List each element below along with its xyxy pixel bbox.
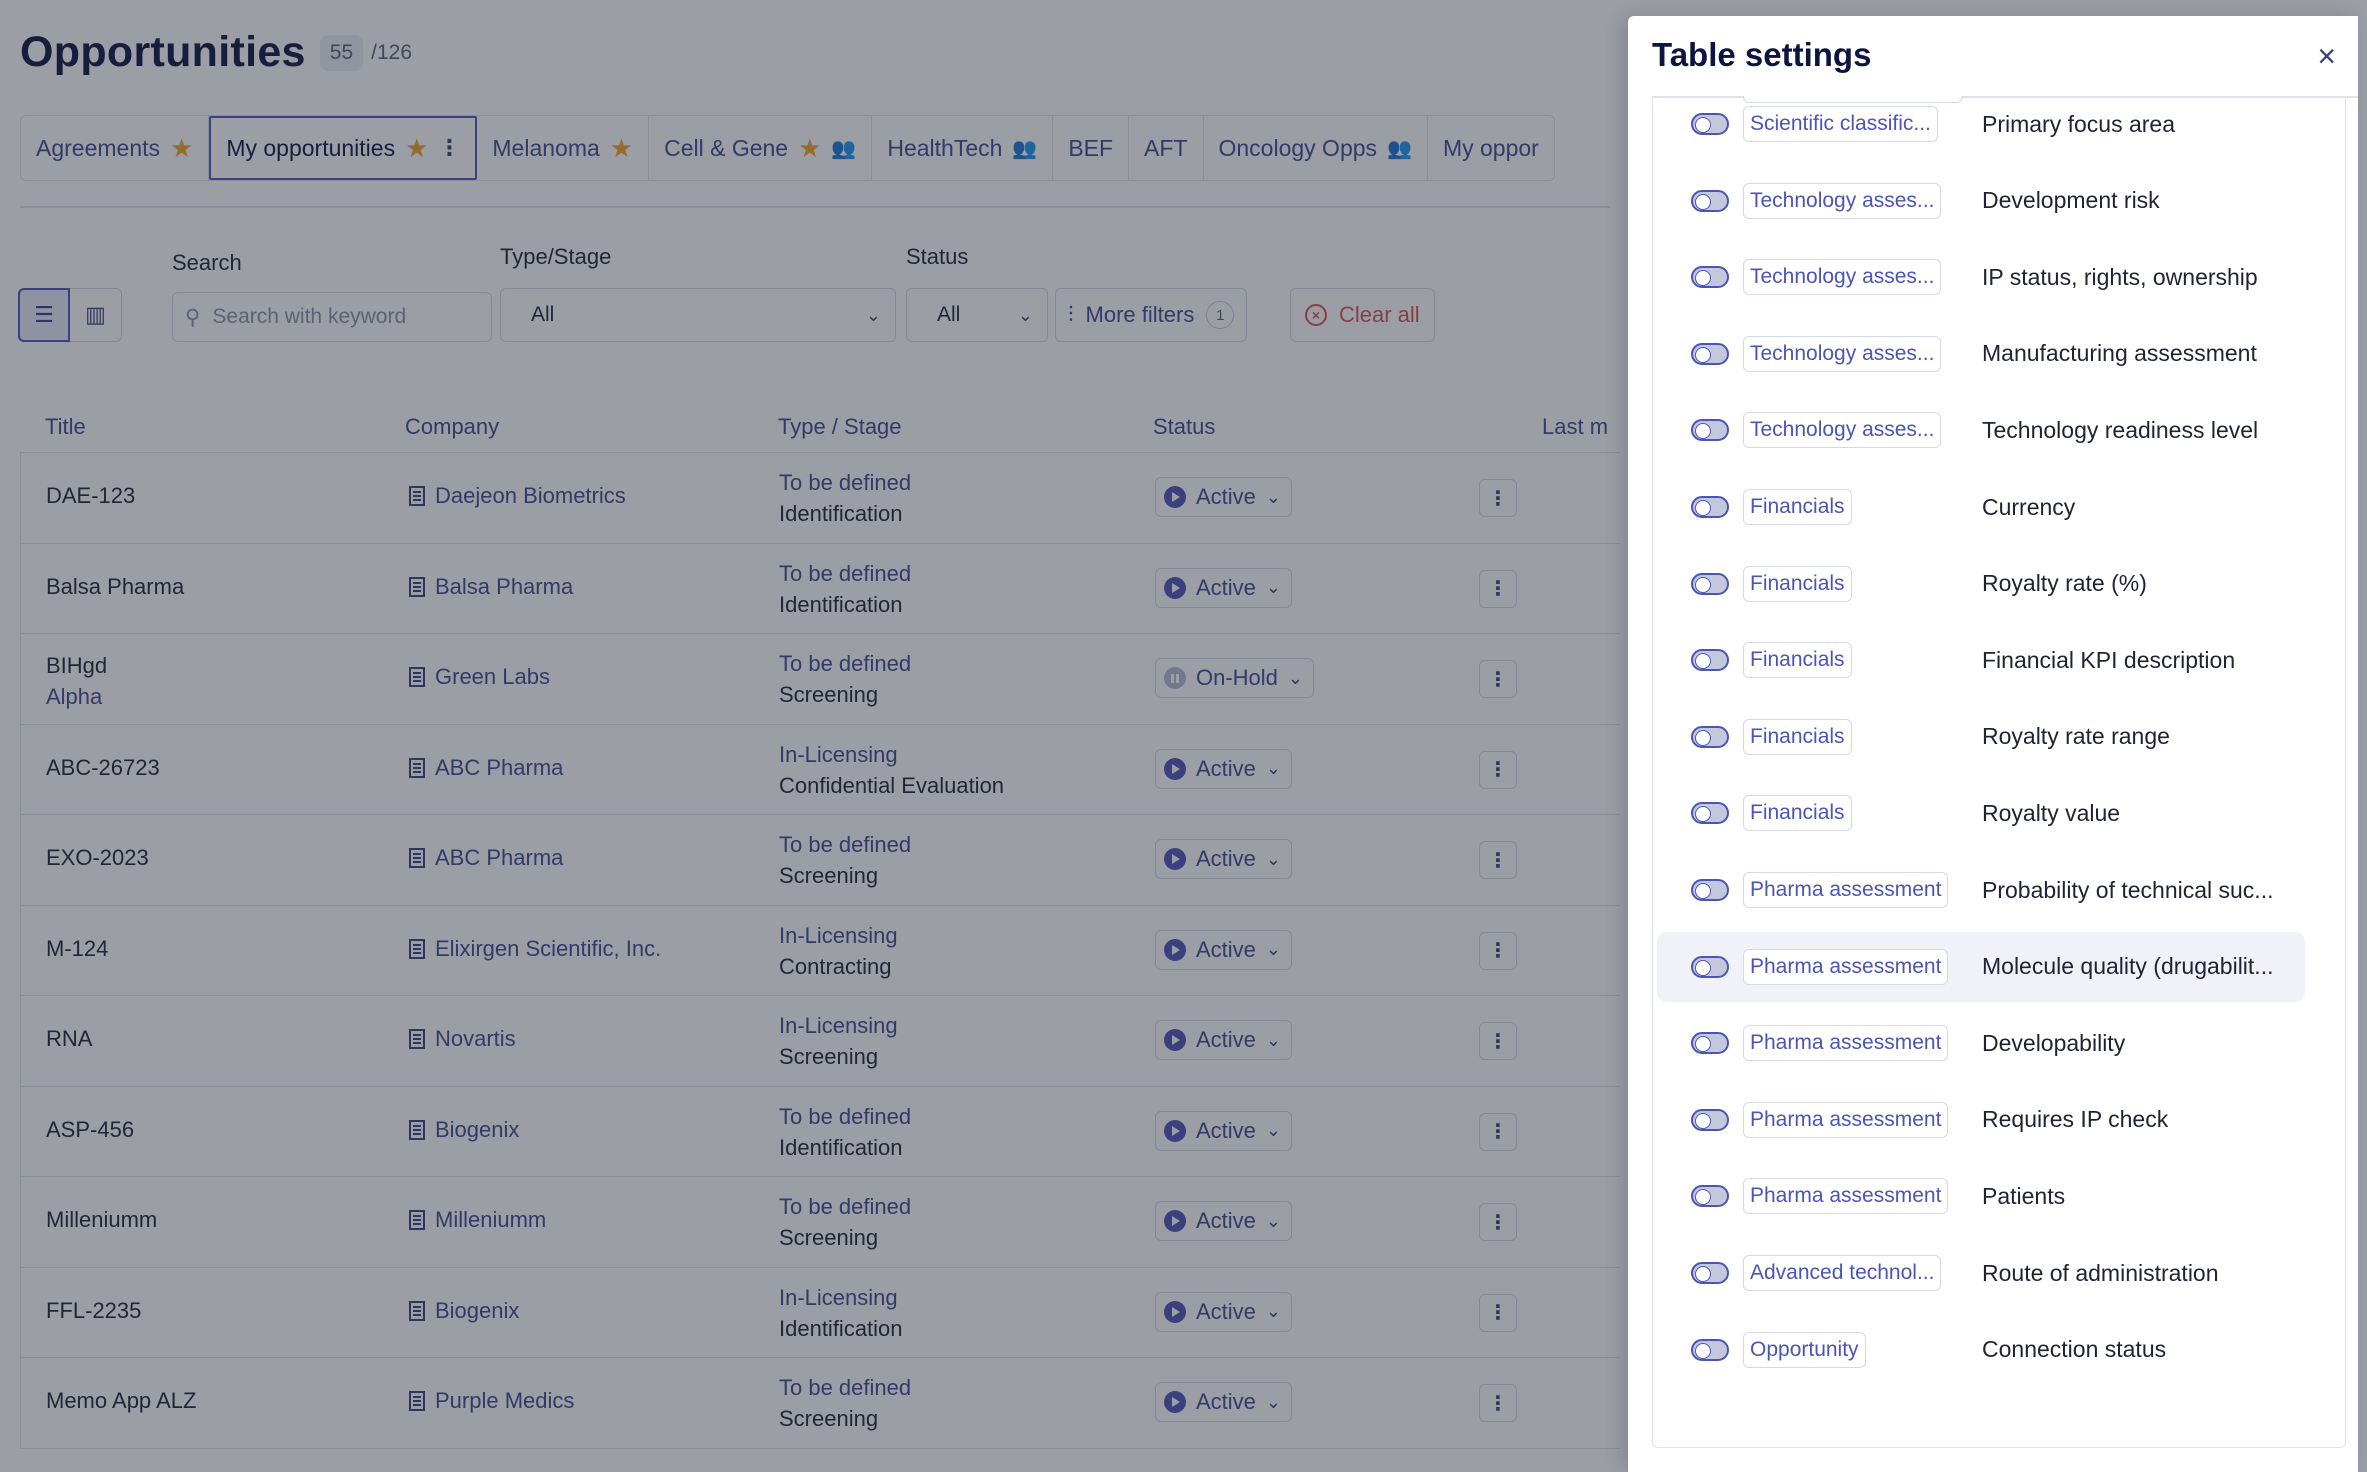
column-toggle[interactable] xyxy=(1691,342,1729,365)
column-label: Currency xyxy=(1982,493,2076,520)
column-toggle[interactable] xyxy=(1691,1032,1729,1055)
column-setting-item[interactable]: Technology asses... Manufacturing assessm… xyxy=(1653,319,2345,389)
column-label: Royalty value xyxy=(1982,799,2121,826)
category-chip: Technology asses... xyxy=(1743,182,1942,219)
column-setting-item[interactable]: Opportunity Connection status xyxy=(1653,1315,2345,1385)
column-setting-item[interactable]: Pharma assessment Molecule quality (druga… xyxy=(1657,931,2305,1002)
column-label: Route of administration xyxy=(1982,1259,2219,1286)
column-label: Primary focus area xyxy=(1982,110,2176,137)
column-setting-item[interactable]: Financials Royalty value xyxy=(1653,778,2345,848)
column-settings-list: Scientific classific... Primary focus are… xyxy=(1652,96,2346,1448)
column-label: IP status, rights, ownership xyxy=(1982,263,2258,290)
table-settings-drawer: Table settings × Scientific classific...… xyxy=(1628,16,2358,1472)
column-setting-item[interactable]: Technology asses... Development risk xyxy=(1653,166,2345,236)
column-toggle[interactable] xyxy=(1691,496,1729,518)
column-setting-item[interactable]: Pharma assessment Requires IP check xyxy=(1653,1085,2345,1155)
column-setting-item[interactable]: Pharma assessment Patients xyxy=(1653,1161,2345,1231)
category-chip: Pharma assessment xyxy=(1743,1101,1949,1138)
category-chip: Technology asses... xyxy=(1743,335,1942,372)
close-icon[interactable]: × xyxy=(2317,40,2336,72)
column-setting-item[interactable]: Technology asses... IP status, rights, ow… xyxy=(1653,242,2345,312)
category-chip: Opportunity xyxy=(1743,1331,1866,1368)
column-toggle[interactable] xyxy=(1691,113,1729,135)
column-label: Royalty rate range xyxy=(1982,723,2170,750)
column-toggle[interactable] xyxy=(1691,189,1729,212)
column-label: Manufacturing assessment xyxy=(1982,340,2257,367)
column-setting-item[interactable]: Scientific classific... Primary focus are… xyxy=(1653,96,2345,159)
category-chip: Scientific classific... xyxy=(1743,106,1938,142)
column-label: Financial KPI description xyxy=(1982,646,2236,673)
column-label: Developability xyxy=(1982,1029,2126,1056)
category-chip: Pharma assessment xyxy=(1743,1178,1949,1215)
column-toggle[interactable] xyxy=(1691,266,1729,289)
column-setting-item[interactable]: Financials Financial KPI description xyxy=(1653,625,2345,695)
column-setting-item[interactable]: Advanced technol... Route of administrati… xyxy=(1653,1238,2345,1308)
column-setting-item[interactable]: Technology asses... Technology readiness … xyxy=(1653,395,2345,465)
column-label: Patients xyxy=(1982,1182,2066,1209)
column-setting-item[interactable]: Pharma assessment Probability of technica… xyxy=(1653,855,2345,925)
column-toggle[interactable] xyxy=(1691,572,1729,595)
category-chip: Financials xyxy=(1743,718,1852,755)
column-label: Connection status xyxy=(1982,1336,2167,1363)
column-setting-item[interactable]: Pharma assessment Developability xyxy=(1653,1008,2345,1078)
column-setting-item[interactable]: Financials Royalty rate (%) xyxy=(1653,549,2345,619)
column-toggle[interactable] xyxy=(1691,1185,1729,1208)
drawer-title: Table settings xyxy=(1652,36,1872,73)
category-chip: Advanced technol... xyxy=(1743,1255,1942,1291)
column-toggle[interactable] xyxy=(1691,879,1729,901)
column-label: Requires IP check xyxy=(1982,1106,2169,1133)
category-chip: Financials xyxy=(1743,795,1852,832)
category-chip: Technology asses... xyxy=(1743,412,1942,449)
column-toggle[interactable] xyxy=(1691,419,1729,442)
column-setting-item[interactable]: Financials Royalty rate range xyxy=(1653,702,2345,772)
column-toggle[interactable] xyxy=(1691,1262,1729,1284)
column-label: Molecule quality (drugabilit... xyxy=(1982,953,2274,980)
category-chip: Pharma assessment xyxy=(1743,948,1949,985)
category-chip: Financials xyxy=(1743,642,1852,679)
category-chip: Pharma assessment xyxy=(1743,872,1949,908)
column-setting-item[interactable]: Financials Currency xyxy=(1653,472,2345,542)
column-label: Technology readiness level xyxy=(1982,416,2259,443)
category-chip: Financials xyxy=(1743,489,1852,525)
column-label: Probability of technical suc... xyxy=(1982,876,2274,903)
category-chip: Pharma assessment xyxy=(1743,1025,1949,1062)
column-toggle[interactable] xyxy=(1691,802,1729,825)
column-toggle[interactable] xyxy=(1691,1338,1729,1361)
column-toggle[interactable] xyxy=(1691,955,1729,978)
column-toggle[interactable] xyxy=(1691,725,1729,748)
column-label: Development risk xyxy=(1982,187,2160,214)
column-toggle[interactable] xyxy=(1691,1108,1729,1131)
column-toggle[interactable] xyxy=(1691,649,1729,672)
category-chip: Technology asses... xyxy=(1743,259,1942,296)
column-label: Royalty rate (%) xyxy=(1982,570,2147,597)
category-chip: Financials xyxy=(1743,565,1852,602)
